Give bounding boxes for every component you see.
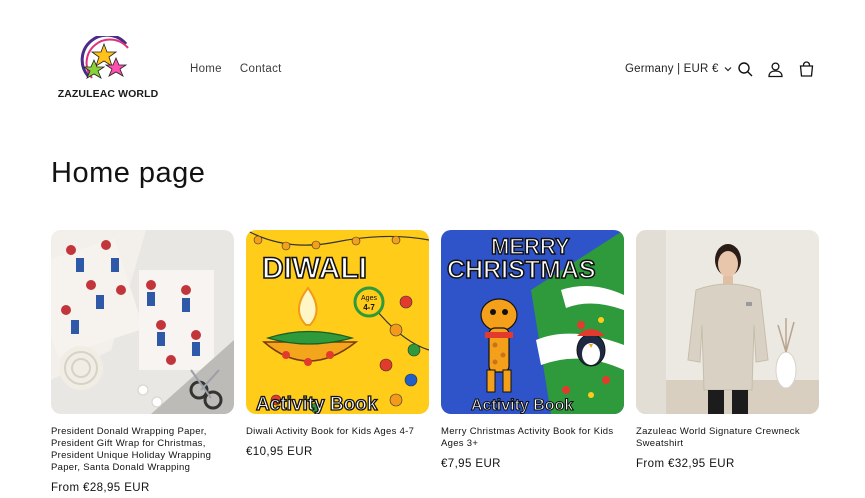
product-image[interactable]: MERRY CHRISTMAS Activity Book: [441, 230, 624, 414]
nav-contact[interactable]: Contact: [240, 63, 282, 75]
chevron-down-icon: [724, 67, 731, 72]
product-price: €10,95 EUR: [246, 446, 313, 458]
diwali-cover-subtitle: Activity Book: [256, 394, 378, 414]
product-title[interactable]: President Donald Wrapping Paper, Preside…: [51, 426, 234, 474]
logo-text: ZAZULEAC WORLD: [57, 88, 159, 100]
stars-logo-icon: [80, 36, 129, 79]
product-image[interactable]: [51, 230, 234, 414]
diwali-cover-title: DIWALI: [262, 252, 367, 285]
country-selector-label: Germany | EUR €: [625, 63, 719, 75]
product-card-diwali-book[interactable]: DIWALI Ages 4-7 Activity Book Diwali Act…: [246, 230, 429, 458]
country-selector[interactable]: Germany | EUR €: [625, 63, 733, 75]
cart-icon[interactable]: [798, 61, 815, 78]
product-title[interactable]: Diwali Activity Book for Kids Ages 4-7: [246, 426, 429, 438]
site-header: ZAZULEAC WORLD Home Contact Germany | EU…: [0, 0, 865, 140]
xmas-cover-subtitle: Activity Book: [471, 397, 573, 414]
product-title[interactable]: Zazuleac World Signature Crewneck Sweats…: [636, 426, 819, 450]
search-icon[interactable]: [737, 61, 754, 78]
product-grid: President Donald Wrapping Paper, Preside…: [51, 230, 821, 498]
product-card-wrapping-paper[interactable]: President Donald Wrapping Paper, Preside…: [51, 230, 234, 494]
product-card-sweatshirt[interactable]: Zazuleac World Signature Crewneck Sweats…: [636, 230, 819, 470]
site-logo[interactable]: ZAZULEAC WORLD: [56, 36, 160, 102]
product-price: €7,95 EUR: [441, 458, 501, 470]
diwali-badge-top: Ages: [361, 295, 377, 302]
main-nav: Home Contact: [190, 63, 282, 75]
xmas-cover-title-2: CHRISTMAS: [447, 256, 596, 284]
nav-home[interactable]: Home: [190, 63, 222, 75]
diwali-badge-bottom: 4-7: [363, 303, 375, 312]
product-title[interactable]: Merry Christmas Activity Book for Kids A…: [441, 426, 624, 450]
product-image[interactable]: DIWALI Ages 4-7 Activity Book: [246, 230, 429, 414]
page-title: Home page: [51, 157, 206, 189]
product-card-christmas-book[interactable]: MERRY CHRISTMAS Activity Book Merry Chri…: [441, 230, 624, 470]
product-price: From €28,95 EUR: [51, 482, 150, 494]
product-image[interactable]: [636, 230, 819, 414]
product-price: From €32,95 EUR: [636, 458, 735, 470]
account-icon[interactable]: [767, 61, 784, 78]
